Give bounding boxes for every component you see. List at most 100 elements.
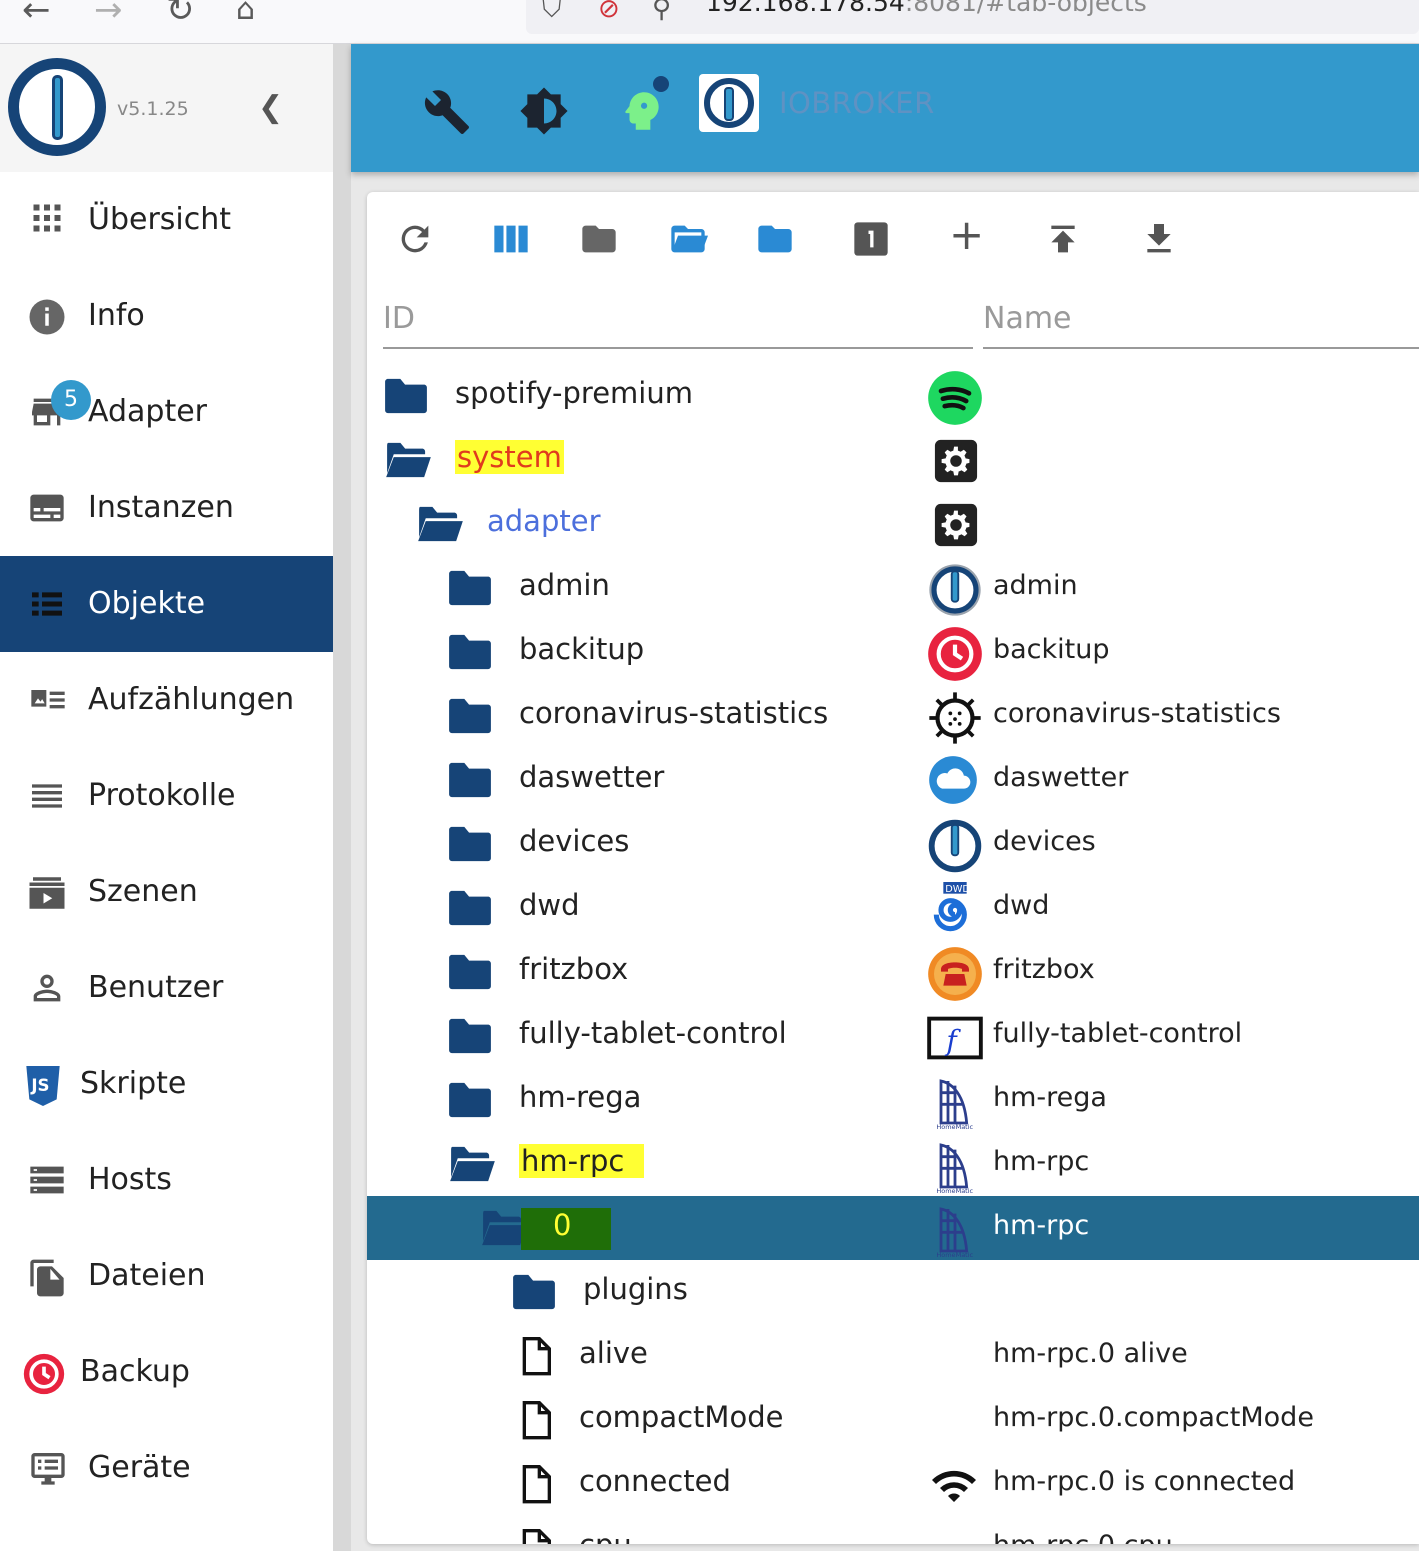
tree-row-cpu[interactable]: cpu hm-rpc.0.cpu (367, 1516, 1419, 1544)
refresh-icon[interactable] (395, 219, 435, 259)
id-column-header[interactable]: ID (383, 297, 973, 349)
sidebar-item-protokolle[interactable]: Protokolle (0, 748, 333, 844)
file-icon[interactable] (519, 1465, 565, 1504)
home-icon[interactable]: ⌂ (236, 0, 255, 27)
folder-icon[interactable] (447, 825, 493, 863)
folder-open-icon[interactable] (415, 505, 463, 543)
sidebar-item-skripte[interactable]: JS Skripte (0, 1036, 333, 1132)
tree-row-hm-rpc[interactable]: hm-rpc HomeMatic hm-rpc (367, 1132, 1419, 1196)
js-icon: JS (22, 1064, 64, 1106)
sidebar-item-szenen[interactable]: Szenen (0, 844, 333, 940)
tree-row-daswetter[interactable]: daswetter daswetter (367, 748, 1419, 812)
folder-icon[interactable] (447, 889, 493, 927)
shield-icon[interactable]: ⛉ (542, 0, 562, 25)
tree-row-connected[interactable]: connected hm-rpc.0 is connected (367, 1452, 1419, 1516)
folder-expand-icon[interactable] (667, 219, 709, 259)
tree-row-hm-rega[interactable]: hm-rega HomeMatic hm-rega (367, 1068, 1419, 1132)
folder-icon[interactable] (447, 633, 493, 671)
weather-icon (927, 754, 981, 808)
sidebar-item-objekte[interactable]: Objekte (0, 556, 333, 652)
folder-icon[interactable] (447, 1081, 493, 1119)
url-text[interactable]: 192.168.178.54:8081/#tab-objects (706, 0, 1147, 17)
iobroker-logo[interactable] (8, 58, 106, 156)
forward-arrow-icon[interactable]: → (94, 0, 123, 30)
tree-row-coronavirus-statistics[interactable]: coronavirus-statistics coronavirus-statis… (367, 684, 1419, 748)
tree-row-devices[interactable]: devices devices (367, 812, 1419, 876)
tree-row-backitup[interactable]: backitup backitup (367, 620, 1419, 684)
folder-icon[interactable] (447, 953, 493, 991)
tree-row-admin[interactable]: admin admin (367, 556, 1419, 620)
spotify-icon (927, 370, 982, 425)
tree-row-0[interactable]: 0 HomeMatic hm-rpc (367, 1196, 1419, 1260)
tree-row-adapter[interactable]: adapter (367, 492, 1419, 556)
folder-icon[interactable] (447, 1017, 493, 1055)
download-icon[interactable] (1139, 219, 1179, 259)
object-id: alive (579, 1336, 648, 1370)
file-icon[interactable] (519, 1401, 565, 1440)
instances-icon (26, 488, 68, 528)
address-bar[interactable]: ⛉ ⊘ ⚲ 192.168.178.54:8081/#tab-objects (526, 0, 1419, 34)
sidebar-item-instanzen[interactable]: Instanzen (0, 460, 333, 556)
app-header: IOBROKER (351, 44, 1419, 172)
add-icon[interactable]: + (949, 212, 984, 258)
tree-row-system[interactable]: system (367, 428, 1419, 492)
folder-open-icon[interactable] (447, 1145, 495, 1183)
brightness-icon[interactable] (519, 86, 569, 136)
log-icon (26, 776, 68, 816)
insecure-icon[interactable]: ⊘ (598, 0, 620, 24)
wrench-icon[interactable] (423, 88, 471, 136)
permissions-icon[interactable]: ⚲ (652, 0, 671, 24)
object-name: hm-rega (993, 1082, 1107, 1113)
sidebar-divider (333, 44, 351, 1551)
user-icon (26, 968, 68, 1008)
sidebar-item-aufzählungen[interactable]: Aufzählungen (0, 652, 333, 748)
object-name: fully-tablet-control (993, 1018, 1243, 1049)
tree-row-compactMode[interactable]: compactMode hm-rpc.0.compactMode (367, 1388, 1419, 1452)
sidebar-item-label: Szenen (88, 874, 198, 909)
folder-icon[interactable] (511, 1273, 557, 1311)
sidebar-item-label: Benutzer (88, 970, 224, 1005)
chevron-left-icon[interactable]: ❮ (258, 90, 283, 125)
object-name: dwd (993, 890, 1050, 921)
tree-row-dwd[interactable]: dwd DWD dwd (367, 876, 1419, 940)
devices-icon (26, 1448, 68, 1488)
back-arrow-icon[interactable]: ← (22, 0, 51, 30)
expert-mode-icon[interactable] (617, 86, 667, 136)
tree-row-plugins[interactable]: plugins (367, 1260, 1419, 1324)
object-name: backitup (993, 634, 1110, 665)
columns-icon[interactable] (491, 219, 531, 259)
folder-open-icon[interactable] (479, 1209, 527, 1247)
tree-row-spotify-premium[interactable]: spotify-premium (367, 364, 1419, 428)
sidebar-item-label: Geräte (88, 1450, 191, 1485)
upload-icon[interactable] (1043, 219, 1083, 259)
expand-one-level-icon[interactable] (851, 219, 891, 259)
sidebar-item-übersicht[interactable]: Übersicht (0, 172, 333, 268)
sidebar-item-dateien[interactable]: Dateien (0, 1228, 333, 1324)
sidebar-item-adapter[interactable]: Adapter 5 (0, 364, 333, 460)
tree-row-fritzbox[interactable]: fritzbox fritzbox (367, 940, 1419, 1004)
sidebar-item-backup[interactable]: Backup (0, 1324, 333, 1420)
folder-icon[interactable] (447, 761, 493, 799)
folder-icon[interactable] (447, 569, 493, 607)
iobroker-admin-icon (927, 562, 981, 616)
info-icon (26, 296, 68, 336)
tree-row-alive[interactable]: alive hm-rpc.0 alive (367, 1324, 1419, 1388)
wifi-icon (927, 1458, 981, 1512)
reload-icon[interactable]: ↻ (166, 0, 195, 30)
brand-logo[interactable] (699, 74, 759, 132)
sidebar-item-label: Skripte (80, 1066, 187, 1101)
sidebar-item-benutzer[interactable]: Benutzer (0, 940, 333, 1036)
file-icon[interactable] (519, 1337, 565, 1376)
sidebar-item-hosts[interactable]: Hosts (0, 1132, 333, 1228)
logo-area: v5.1.25 ❮ (0, 44, 333, 172)
name-column-header[interactable]: Name (983, 297, 1419, 349)
folder-icon[interactable] (383, 377, 429, 415)
folder-blue-icon[interactable] (755, 219, 795, 259)
folder-icon[interactable] (447, 697, 493, 735)
file-icon[interactable] (519, 1529, 565, 1544)
folder-open-icon[interactable] (383, 441, 431, 479)
tree-row-fully-tablet-control[interactable]: fully-tablet-control f fully-tablet-contro… (367, 1004, 1419, 1068)
sidebar-item-geräte[interactable]: Geräte (0, 1420, 333, 1516)
folder-collapse-icon[interactable] (579, 219, 619, 259)
sidebar-item-info[interactable]: Info (0, 268, 333, 364)
